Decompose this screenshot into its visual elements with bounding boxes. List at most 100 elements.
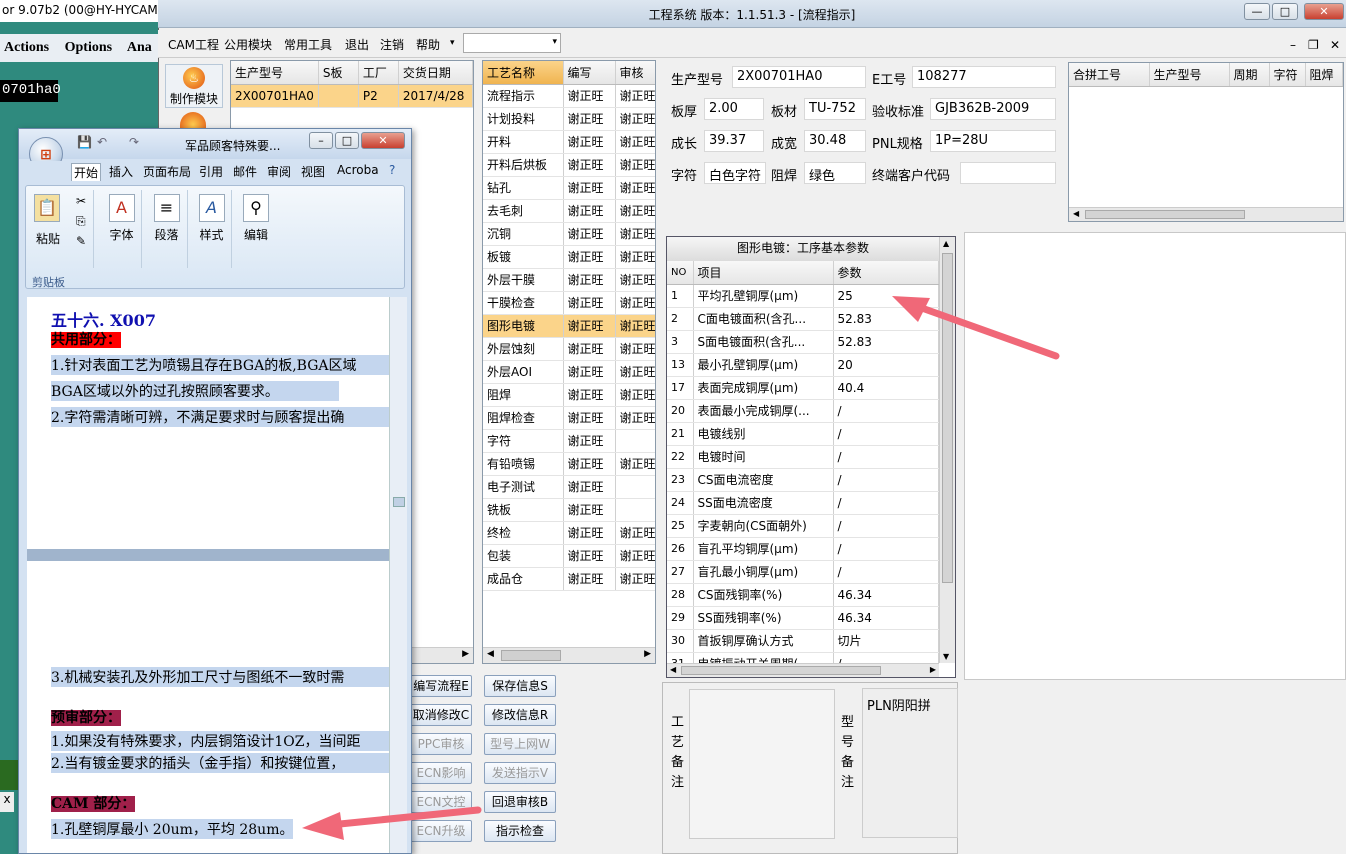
scroll-left-icon[interactable]: ◀ xyxy=(1073,209,1079,218)
table-row[interactable]: 13 最小孔壁铜厚(μm) 20 xyxy=(667,353,939,377)
scroll-left-icon[interactable]: ◀ xyxy=(487,649,494,659)
table-row[interactable]: 钻孔 谢正旺 谢正旺 xyxy=(483,176,655,200)
menu-common-module[interactable]: 公用模块 xyxy=(224,36,272,53)
table-row[interactable]: 开料后烘板 谢正旺 谢正旺 xyxy=(483,153,655,177)
font-group[interactable]: A 字体 xyxy=(102,190,142,268)
tab-view[interactable]: 视图 xyxy=(299,163,327,180)
table-row[interactable]: 23 CS面电流密度 / xyxy=(667,468,939,492)
col-prod-model[interactable]: 生产型号 xyxy=(231,61,319,85)
table-row[interactable]: 外层干膜 谢正旺 谢正旺 xyxy=(483,268,655,292)
menu-exit[interactable]: 退出 xyxy=(345,36,369,53)
format-painter-icon[interactable]: ✎ xyxy=(76,234,86,248)
table-row[interactable]: 2 C面电镀面积(含孔... 52.83 xyxy=(667,307,939,331)
tab-references[interactable]: 引用 xyxy=(197,163,225,180)
tab-page-layout[interactable]: 页面布局 xyxy=(141,163,191,180)
help-icon[interactable]: ? xyxy=(387,163,397,177)
mdi-close-button[interactable]: ✕ xyxy=(1330,38,1340,52)
col-param[interactable]: 参数 xyxy=(833,261,939,285)
width-field[interactable]: 30.48 xyxy=(804,130,866,152)
styles-group[interactable]: A 样式 xyxy=(192,190,232,268)
tab-review[interactable]: 审阅 xyxy=(265,163,293,180)
ecn-upgrade-button[interactable]: ECN升级 xyxy=(410,820,472,842)
send-instruction-button[interactable]: 发送指示V xyxy=(484,762,556,784)
table-row[interactable]: 有铅喷锡 谢正旺 谢正旺 xyxy=(483,452,655,476)
maximize-button[interactable]: □ xyxy=(1272,3,1298,20)
table-row[interactable]: 27 盲孔最小铜厚(μm) / xyxy=(667,560,939,584)
table-row[interactable]: 26 盲孔平均铜厚(μm) / xyxy=(667,537,939,561)
table-row[interactable]: 28 CS面残铜率(%) 46.34 xyxy=(667,583,939,607)
e-no-field[interactable]: 108277 xyxy=(912,66,1056,88)
table-row[interactable]: 阻焊 谢正旺 谢正旺 xyxy=(483,383,655,407)
background-app-field[interactable]: 0701ha0 xyxy=(0,80,61,102)
process-grid-hscroll[interactable]: ◀ ▶ xyxy=(483,647,655,663)
model-remark-field[interactable]: PLN阴阳拼 xyxy=(862,688,958,838)
scroll-thumb[interactable] xyxy=(1085,210,1245,219)
scroll-thumb[interactable] xyxy=(393,497,405,507)
col-writer[interactable]: 编写 xyxy=(563,61,616,85)
menu-tools[interactable]: 常用工具 xyxy=(284,36,332,53)
copy-icon[interactable]: ⎘ xyxy=(76,214,86,229)
table-row[interactable]: 20 表面最小完成铜厚(... / xyxy=(667,399,939,423)
table-row[interactable]: 开料 谢正旺 谢正旺 xyxy=(483,130,655,154)
make-module-button[interactable]: ♨ 制作模块 xyxy=(165,64,223,108)
table-row[interactable]: 包装 谢正旺 谢正旺 xyxy=(483,544,655,568)
ecn-impact-button[interactable]: ECN影响 xyxy=(410,762,472,784)
revert-review-button[interactable]: 回退审核B xyxy=(484,791,556,813)
pnl-field[interactable]: 1P=28U xyxy=(930,130,1056,152)
table-row[interactable]: 流程指示 谢正旺 谢正旺 xyxy=(483,84,655,108)
scroll-thumb[interactable] xyxy=(501,650,561,661)
col-factory[interactable]: 工厂 xyxy=(358,61,399,85)
legend-field[interactable]: 白色字符 xyxy=(704,162,766,184)
tab-insert[interactable]: 插入 xyxy=(107,163,135,180)
save-info-button[interactable]: 保存信息S xyxy=(484,675,556,697)
table-row[interactable]: 计划投料 谢正旺 谢正旺 xyxy=(483,107,655,131)
editing-group[interactable]: ⚲ 编辑 xyxy=(236,190,276,268)
menu-analysis[interactable]: Ana xyxy=(127,40,152,55)
col-merge-period[interactable]: 周期 xyxy=(1229,63,1270,87)
mdi-restore-button[interactable]: ❐ xyxy=(1308,38,1319,52)
menu-options[interactable]: Options xyxy=(65,40,112,55)
table-row[interactable]: 30 首扳铜厚确认方式 切片 xyxy=(667,629,939,653)
table-row[interactable]: 21 电镀线别 / xyxy=(667,422,939,446)
col-merge-mask[interactable]: 阻焊 xyxy=(1305,63,1343,87)
undo-icon[interactable]: ↶ xyxy=(97,135,107,149)
paste-label[interactable]: 粘贴 xyxy=(36,230,60,247)
col-merge-no[interactable]: 合拼工号 xyxy=(1069,63,1150,87)
table-row[interactable]: 干膜检查 谢正旺 谢正旺 xyxy=(483,291,655,315)
table-row[interactable]: 电子测试 谢正旺 xyxy=(483,475,655,499)
table-row[interactable]: 2X00701HA0 P2 2017/4/28 xyxy=(231,84,474,108)
save-icon[interactable]: 💾 xyxy=(77,135,92,149)
table-row[interactable]: 板镀 谢正旺 谢正旺 xyxy=(483,245,655,269)
ppc-review-button[interactable]: PPC审核 xyxy=(410,733,472,755)
table-row[interactable]: 25 字麦朝向(CS面朝外) / xyxy=(667,514,939,538)
document-area[interactable]: 五十六. X007 共用部分： 1.针对表面工艺为喷锡且存在BGA的板,BGA区… xyxy=(27,297,389,853)
table-row[interactable]: 铣板 谢正旺 xyxy=(483,498,655,522)
table-row[interactable]: 图形电镀 谢正旺 谢正旺 xyxy=(483,314,655,338)
cancel-modify-button[interactable]: 取消修改C xyxy=(410,704,472,726)
model-online-button[interactable]: 型号上网W xyxy=(484,733,556,755)
scroll-left-icon[interactable]: ◀ xyxy=(670,665,676,674)
menu-logout[interactable]: 注销 xyxy=(380,36,404,53)
word-maximize-button[interactable]: □ xyxy=(335,132,359,149)
table-row[interactable]: 1 平均孔壁铜厚(μm) 25 xyxy=(667,284,939,308)
col-merge-model[interactable]: 生产型号 xyxy=(1149,63,1230,87)
scroll-right-icon[interactable]: ▶ xyxy=(462,649,469,659)
mdi-minimize-button[interactable]: – xyxy=(1290,38,1296,52)
modify-info-button[interactable]: 修改信息R xyxy=(484,704,556,726)
param-hscroll[interactable]: ◀ ▶ xyxy=(667,663,939,677)
col-no[interactable]: NO xyxy=(667,261,694,285)
param-vscroll[interactable]: ▲ ▼ xyxy=(939,237,955,663)
write-process-button[interactable]: 编写流程E xyxy=(410,675,472,697)
table-row[interactable]: 终检 谢正旺 谢正旺 xyxy=(483,521,655,545)
table-row[interactable]: 阻焊检查 谢正旺 谢正旺 xyxy=(483,406,655,430)
check-instruction-button[interactable]: 指示检查 xyxy=(484,820,556,842)
col-reviewer[interactable]: 审核 xyxy=(615,61,655,85)
table-row[interactable]: 外层AOI 谢正旺 谢正旺 xyxy=(483,360,655,384)
ecn-doc-button[interactable]: ECN文控 xyxy=(410,791,472,813)
word-minimize-button[interactable]: – xyxy=(309,132,333,149)
scroll-thumb[interactable] xyxy=(681,666,881,675)
col-item[interactable]: 项目 xyxy=(693,261,834,285)
thickness-field[interactable]: 2.00 xyxy=(704,98,764,120)
col-merge-legend[interactable]: 字符 xyxy=(1269,63,1306,87)
col-delivery-date[interactable]: 交货日期 xyxy=(398,61,474,85)
